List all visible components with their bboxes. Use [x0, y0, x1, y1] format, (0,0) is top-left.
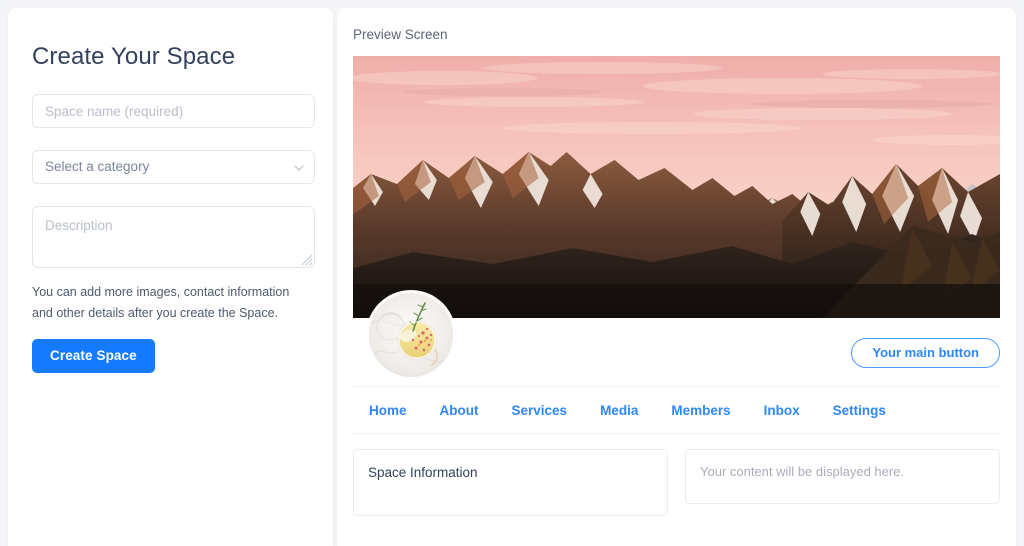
description-input[interactable]: [32, 206, 315, 268]
category-select-wrap: Select a category: [32, 150, 315, 184]
nav-item-services[interactable]: Services: [512, 403, 568, 418]
nav-item-about[interactable]: About: [440, 403, 479, 418]
space-information-card: Space Information: [353, 449, 668, 516]
form-helper-text: You can add more images, contact informa…: [32, 285, 290, 320]
space-avatar-image[interactable]: [369, 293, 453, 377]
preview-screen-card: Preview Screen Your main button Home Abo…: [337, 8, 1016, 546]
category-select[interactable]: Select a category: [32, 150, 315, 184]
preview-content-row: Space Information Your content will be d…: [353, 449, 1000, 516]
description-textarea-wrap: [32, 206, 315, 268]
description-field-group: [32, 206, 315, 268]
create-space-form-card: Create Your Space Select a category: [8, 8, 333, 546]
nav-item-media[interactable]: Media: [600, 403, 638, 418]
create-space-button[interactable]: Create Space: [32, 339, 155, 373]
preview-nav-bar: Home About Services Media Members Inbox …: [353, 386, 1000, 434]
nav-item-members[interactable]: Members: [671, 403, 730, 418]
category-field-group: Select a category: [32, 150, 315, 184]
hero-banner-image: [353, 56, 1000, 318]
preview-screen-label: Preview Screen: [353, 27, 448, 42]
space-name-input[interactable]: [32, 94, 315, 128]
content-placeholder-card: Your content will be displayed here.: [685, 449, 1000, 504]
main-action-button[interactable]: Your main button: [851, 338, 1000, 368]
nav-item-home[interactable]: Home: [369, 403, 407, 418]
page-title: Create Your Space: [32, 43, 236, 70]
profile-header-row: Your main button: [353, 293, 1000, 386]
app-root: Create Your Space Select a category: [0, 0, 1024, 546]
space-name-field-group: [32, 94, 315, 128]
nav-item-settings[interactable]: Settings: [833, 403, 886, 418]
nav-item-inbox[interactable]: Inbox: [764, 403, 800, 418]
